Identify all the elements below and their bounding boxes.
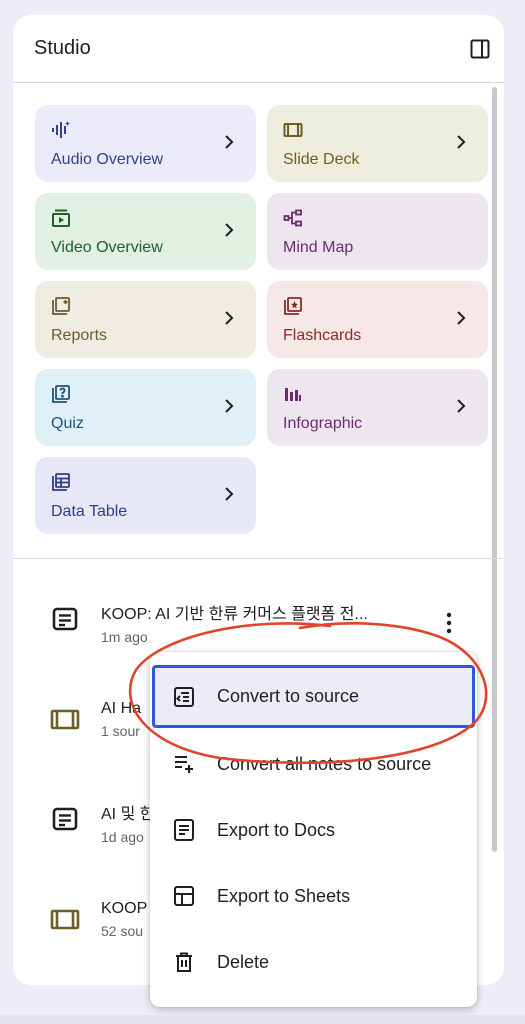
menu-item-export-to-sheets[interactable]: Export to Sheets xyxy=(150,863,477,929)
menu-item-label: Convert to source xyxy=(217,686,360,706)
note-meta: 1d ago xyxy=(101,829,144,845)
card-video-overview[interactable]: Video Overview xyxy=(35,193,256,270)
slide-deck-icon xyxy=(50,706,80,732)
card-quiz[interactable]: Quiz xyxy=(35,369,256,446)
chevron-right-icon xyxy=(222,133,236,151)
note-title: AI 및 한 xyxy=(101,806,155,823)
menu-item-label: Export to Sheets xyxy=(217,885,351,906)
menu-item-label: Export to Docs xyxy=(217,819,336,840)
convert-to-source-icon xyxy=(172,685,196,709)
note-title: KOOP: AI 기반 한류 커머스 플랫폼 전... xyxy=(101,606,368,623)
card-label: Flashcards xyxy=(283,327,362,344)
mind-map-icon xyxy=(283,208,303,228)
note-text: KOOP: AI 기반 한류 커머스 플랫폼 전... 1m ago xyxy=(101,600,368,645)
menu-item-export-to-docs[interactable]: Export to Docs xyxy=(150,797,477,863)
card-audio-overview[interactable]: Audio Overview xyxy=(35,105,256,182)
note-text: AI Ha 1 sour xyxy=(101,700,141,739)
reports-icon xyxy=(51,296,71,316)
note-meta: 52 sou xyxy=(101,923,144,939)
scrollbar[interactable] xyxy=(492,87,497,852)
quiz-icon xyxy=(51,384,71,404)
chevron-right-icon xyxy=(454,309,468,327)
section-divider xyxy=(13,558,504,559)
chevron-right-icon xyxy=(454,397,468,415)
note-meta: 1m ago xyxy=(101,629,148,645)
note-meta: 1 sour xyxy=(101,723,140,739)
card-flashcards[interactable]: Flashcards xyxy=(267,281,488,358)
card-label: Mind Map xyxy=(283,239,354,256)
data-table-icon xyxy=(51,472,71,492)
studio-header: Studio xyxy=(13,15,504,83)
card-label: Infographic xyxy=(283,415,363,432)
card-reports[interactable]: Reports xyxy=(35,281,256,358)
card-label: Slide Deck xyxy=(283,151,360,168)
list-item[interactable]: AI 및 한 1d ago xyxy=(50,800,154,845)
note-icon xyxy=(50,606,80,632)
slide-deck-icon xyxy=(50,906,80,932)
card-label: Video Overview xyxy=(51,239,163,256)
sheets-icon xyxy=(172,884,196,908)
menu-item-convert-to-source[interactable]: Convert to source xyxy=(152,665,475,728)
chevron-right-icon xyxy=(222,221,236,239)
studio-title: Studio xyxy=(34,37,91,59)
menu-item-convert-all-notes[interactable]: Convert all notes to source xyxy=(150,731,477,797)
trash-icon xyxy=(172,950,196,974)
context-menu: Convert to source Convert all notes to s… xyxy=(150,652,477,1007)
flashcards-icon xyxy=(283,296,303,316)
card-slide-deck[interactable]: Slide Deck xyxy=(267,105,488,182)
infographic-icon xyxy=(283,384,303,404)
menu-item-delete[interactable]: Delete xyxy=(150,929,477,995)
note-title: KOOP xyxy=(101,900,148,917)
card-mind-map[interactable]: Mind Map xyxy=(267,193,488,270)
studio-tools-grid: Audio Overview Slide Deck Video Overview… xyxy=(35,105,488,534)
card-label: Reports xyxy=(51,327,108,344)
list-item[interactable]: AI Ha 1 sour xyxy=(50,700,141,739)
list-item[interactable]: KOOP: AI 기반 한류 커머스 플랫폼 전... 1m ago xyxy=(50,600,368,645)
list-item[interactable]: KOOP 52 sou xyxy=(50,900,147,939)
chevron-right-icon xyxy=(222,485,236,503)
playlist-add-icon xyxy=(172,752,196,776)
card-infographic[interactable]: Infographic xyxy=(267,369,488,446)
note-icon xyxy=(50,806,80,832)
chevron-right-icon xyxy=(222,397,236,415)
card-data-table[interactable]: Data Table xyxy=(35,457,256,534)
note-title: AI Ha xyxy=(101,700,142,717)
menu-item-label: Convert all notes to source xyxy=(217,753,432,774)
docs-icon xyxy=(172,818,196,842)
more-vert-icon[interactable] xyxy=(443,611,455,635)
note-text: KOOP 52 sou xyxy=(101,900,147,939)
bottom-strip xyxy=(0,1015,525,1024)
audio-waveform-icon xyxy=(51,120,71,140)
card-label: Audio Overview xyxy=(51,151,164,168)
slide-deck-icon xyxy=(283,120,303,140)
card-label: Data Table xyxy=(51,503,128,520)
chevron-right-icon xyxy=(454,133,468,151)
note-text: AI 및 한 1d ago xyxy=(101,800,154,845)
chevron-right-icon xyxy=(222,309,236,327)
panel-toggle-icon[interactable] xyxy=(470,39,490,59)
video-icon xyxy=(51,208,71,228)
card-label: Quiz xyxy=(51,415,84,432)
menu-item-label: Delete xyxy=(217,951,270,972)
